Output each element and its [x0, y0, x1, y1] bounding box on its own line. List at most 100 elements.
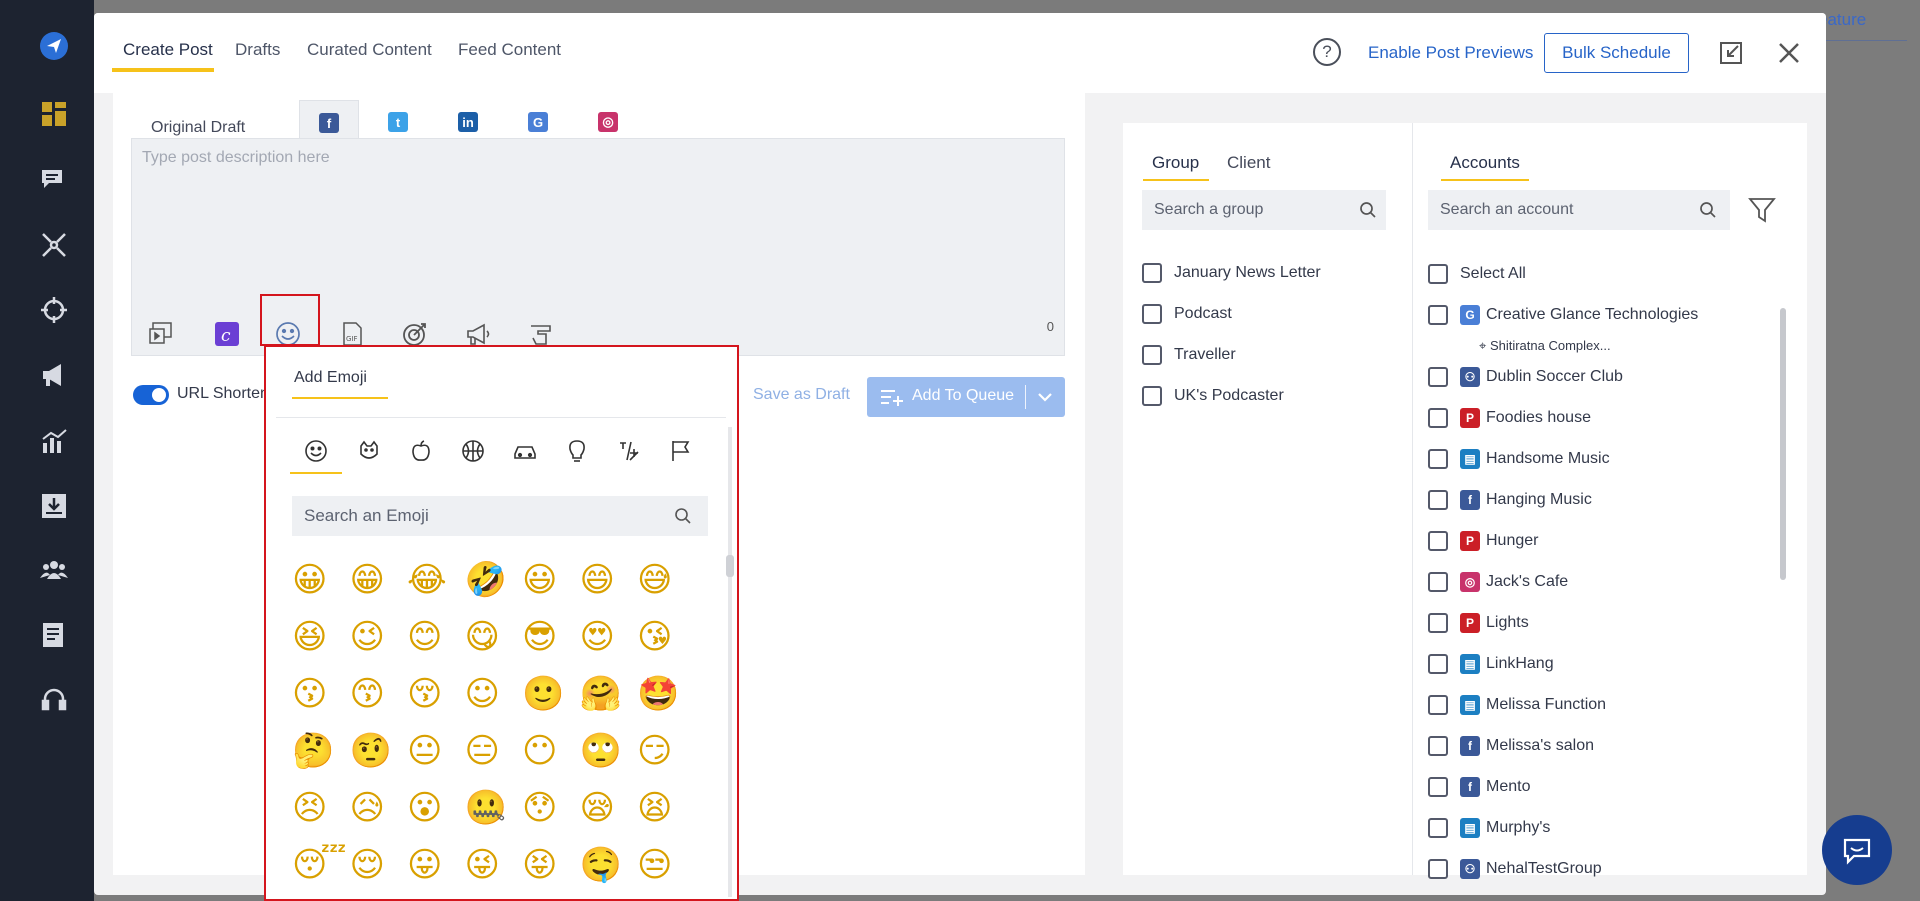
- emoji[interactable]: 😪: [580, 787, 638, 844]
- emoji[interactable]: 😝: [522, 844, 580, 899]
- account-item[interactable]: P Hunger: [1428, 531, 1538, 551]
- account-item[interactable]: P Foodies house: [1428, 408, 1591, 428]
- emoji[interactable]: 😯: [522, 787, 580, 844]
- logo-icon[interactable]: [36, 28, 72, 64]
- flags-icon[interactable]: [667, 437, 695, 465]
- account-item[interactable]: f Hanging Music: [1428, 490, 1592, 510]
- emoji[interactable]: 🙄: [580, 730, 638, 787]
- twitter-icon[interactable]: t: [388, 112, 408, 132]
- emoji[interactable]: 🤗: [580, 673, 638, 730]
- group-item[interactable]: Traveller: [1142, 345, 1236, 365]
- emoji[interactable]: 😛: [407, 844, 465, 899]
- group-item[interactable]: Podcast: [1142, 304, 1232, 324]
- checkbox[interactable]: [1428, 695, 1448, 715]
- chat-support-button[interactable]: [1822, 815, 1892, 885]
- megaphone-icon[interactable]: [36, 357, 72, 393]
- checkbox[interactable]: [1142, 345, 1162, 365]
- checkbox[interactable]: [1428, 777, 1448, 797]
- emoji[interactable]: 😑: [465, 730, 523, 787]
- emoji[interactable]: 🙂: [522, 673, 580, 730]
- emoji[interactable]: 😐: [407, 730, 465, 787]
- tab-drafts[interactable]: Drafts: [235, 40, 280, 60]
- checkbox[interactable]: [1142, 304, 1162, 324]
- emoji-search-input[interactable]: [292, 496, 708, 536]
- emoji[interactable]: 😌: [350, 844, 408, 899]
- account-item[interactable]: f Mento: [1428, 777, 1530, 797]
- smiley-icon[interactable]: [302, 437, 330, 465]
- emoji[interactable]: 😮: [407, 787, 465, 844]
- checkbox[interactable]: [1142, 386, 1162, 406]
- accounts-scrollbar[interactable]: [1780, 308, 1786, 580]
- emoji[interactable]: 😋: [465, 616, 523, 673]
- checkbox[interactable]: [1428, 654, 1448, 674]
- account-item[interactable]: f Melissa's salon: [1428, 736, 1594, 756]
- media-icon[interactable]: [146, 319, 176, 349]
- checkbox[interactable]: [1428, 490, 1448, 510]
- tab-facebook[interactable]: f: [299, 100, 359, 142]
- emoji[interactable]: 😁: [350, 559, 408, 616]
- close-icon[interactable]: [1776, 40, 1802, 66]
- account-item[interactable]: ▤ LinkHang: [1428, 654, 1554, 674]
- tab-original-draft[interactable]: Original Draft: [151, 119, 245, 137]
- emoji[interactable]: ☺: [465, 673, 523, 730]
- enable-post-previews-link[interactable]: Enable Post Previews: [1368, 43, 1533, 63]
- emoji[interactable]: 😉: [350, 616, 408, 673]
- emoji[interactable]: 😒: [637, 844, 695, 899]
- emoji-scrollbar[interactable]: [726, 555, 734, 577]
- reports-icon[interactable]: [36, 617, 72, 653]
- dashboard-icon[interactable]: [36, 96, 72, 132]
- travel-icon[interactable]: [511, 437, 539, 465]
- emoji[interactable]: 😄: [580, 559, 638, 616]
- emoji[interactable]: 😂: [407, 559, 465, 616]
- tab-create-post[interactable]: Create Post: [123, 40, 213, 60]
- emoji[interactable]: 😊: [407, 616, 465, 673]
- emoji[interactable]: 🤔: [292, 730, 350, 787]
- emoji[interactable]: 🤐: [465, 787, 523, 844]
- emoji[interactable]: 😍: [580, 616, 638, 673]
- objects-icon[interactable]: [563, 437, 591, 465]
- checkbox[interactable]: [1428, 572, 1448, 592]
- support-headset-icon[interactable]: [36, 682, 72, 718]
- emoji[interactable]: 🤣: [465, 559, 523, 616]
- account-item[interactable]: P Lights: [1428, 613, 1529, 633]
- sports-icon[interactable]: [459, 437, 487, 465]
- emoji[interactable]: 😴: [292, 844, 350, 899]
- account-item[interactable]: ▤ Handsome Music: [1428, 449, 1610, 469]
- checkbox[interactable]: [1428, 367, 1448, 387]
- emoji[interactable]: 😃: [522, 559, 580, 616]
- emoji[interactable]: 😀: [292, 559, 350, 616]
- emoji[interactable]: 😘: [637, 616, 695, 673]
- emoji[interactable]: 🤨: [350, 730, 408, 787]
- filter-icon[interactable]: [1748, 196, 1776, 224]
- minimize-icon[interactable]: [1718, 40, 1744, 66]
- google-business-icon[interactable]: G: [528, 112, 548, 132]
- group-item[interactable]: UK's Podcaster: [1142, 386, 1284, 406]
- checkbox[interactable]: [1428, 736, 1448, 756]
- select-all-row[interactable]: Select All: [1428, 264, 1526, 284]
- tab-group[interactable]: Group: [1152, 153, 1199, 173]
- account-search-input[interactable]: [1428, 190, 1730, 230]
- emoji[interactable]: 😗: [292, 673, 350, 730]
- checkbox[interactable]: [1428, 613, 1448, 633]
- tab-accounts[interactable]: Accounts: [1450, 153, 1520, 173]
- instagram-icon[interactable]: ◎: [598, 112, 618, 132]
- animal-icon[interactable]: [355, 437, 383, 465]
- bulk-schedule-button[interactable]: Bulk Schedule: [1544, 33, 1689, 73]
- account-item[interactable]: ▤ Murphy's: [1428, 818, 1550, 838]
- team-icon[interactable]: [36, 552, 72, 588]
- checkbox[interactable]: [1428, 818, 1448, 838]
- account-item[interactable]: ⚇ NehalTestGroup: [1428, 859, 1602, 879]
- network-icon[interactable]: [36, 227, 72, 263]
- add-to-queue-button[interactable]: Add To Queue: [867, 377, 1065, 417]
- messages-icon[interactable]: [36, 162, 72, 198]
- account-item[interactable]: ◎ Jack's Cafe: [1428, 572, 1568, 592]
- url-shortener-toggle[interactable]: [133, 385, 169, 405]
- emoji[interactable]: 😎: [522, 616, 580, 673]
- checkbox[interactable]: [1428, 264, 1448, 284]
- linkedin-icon[interactable]: in: [458, 112, 478, 132]
- checkbox[interactable]: [1428, 859, 1448, 879]
- emoji[interactable]: 🤤: [580, 844, 638, 899]
- emoji[interactable]: 😥: [350, 787, 408, 844]
- emoji[interactable]: 😶: [522, 730, 580, 787]
- emoji[interactable]: 🤩: [637, 673, 695, 730]
